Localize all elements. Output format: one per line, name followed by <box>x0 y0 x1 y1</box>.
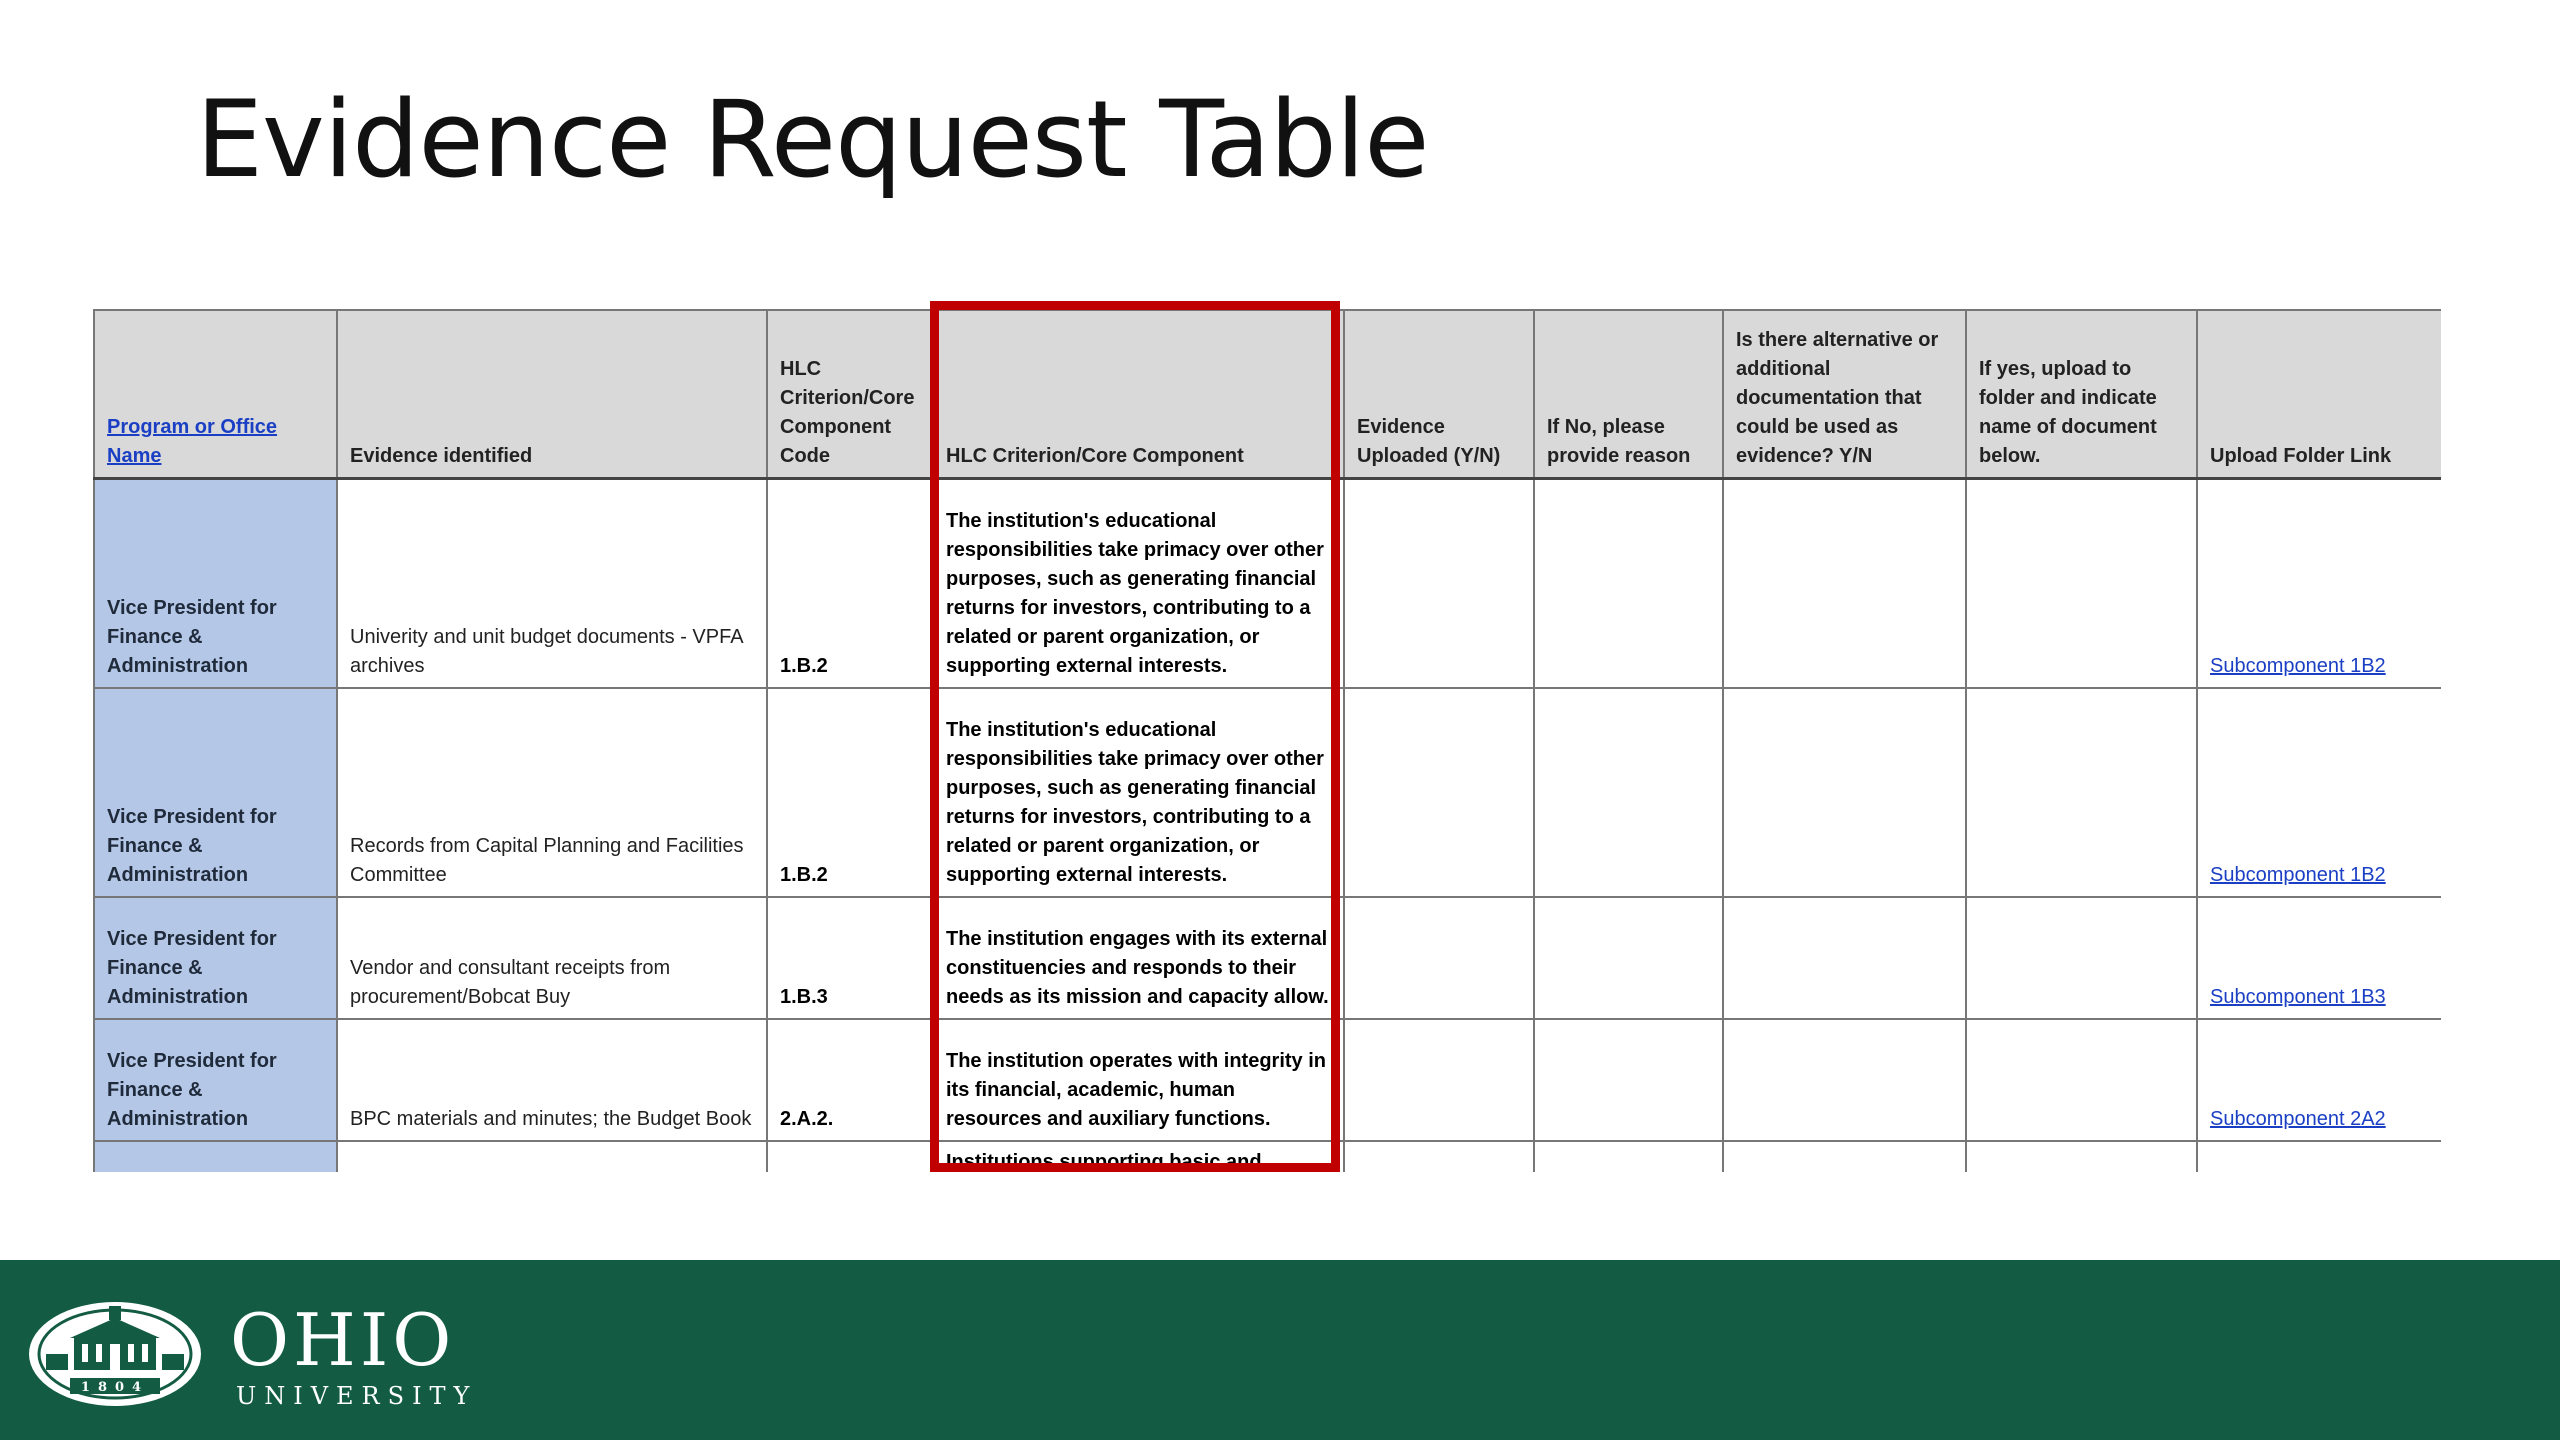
code-cell <box>766 1140 934 1172</box>
folder-link-cell <box>2196 1140 2441 1172</box>
criterion-cell: Institutions supporting basic and <box>932 1140 1345 1172</box>
header-code: HLC Criterion/Core Component Code <box>766 309 934 480</box>
header-folder-link: Upload Folder Link <box>2196 309 2441 480</box>
code-cell: 1.B.2 <box>766 477 934 689</box>
alternative-cell[interactable] <box>1722 687 1967 898</box>
table-row: Vice President for Finance & Administrat… <box>93 477 2441 689</box>
reason-cell[interactable] <box>1533 1018 1724 1142</box>
evidence-cell <box>336 1140 768 1172</box>
slide-title: Evidence Request Table <box>196 78 1429 201</box>
upload-doc-cell[interactable] <box>1965 1018 2198 1142</box>
upload-doc-cell[interactable] <box>1965 477 2198 689</box>
upload-doc-cell[interactable] <box>1965 1140 2198 1172</box>
criterion-cell: The institution's educational responsibi… <box>932 687 1345 898</box>
evidence-cell: Records from Capital Planning and Facili… <box>336 687 768 898</box>
uploaded-cell[interactable] <box>1343 477 1535 689</box>
evidence-table-container: Program or Office Name Evidence identifi… <box>93 309 2441 1172</box>
header-criterion: HLC Criterion/Core Component <box>932 309 1345 480</box>
office-cell: Vice President for Finance & Administrat… <box>93 896 338 1020</box>
uploaded-cell[interactable] <box>1343 1018 1535 1142</box>
criterion-cell: The institution engages with its externa… <box>932 896 1345 1020</box>
folder-link[interactable]: Subcomponent 1B2 <box>2210 864 2386 886</box>
upload-doc-cell[interactable] <box>1965 896 2198 1020</box>
alternative-cell[interactable] <box>1722 1018 1967 1142</box>
code-cell: 2.A.2. <box>766 1018 934 1142</box>
alternative-cell[interactable] <box>1722 1140 1967 1172</box>
header-evidence: Evidence identified <box>336 309 768 480</box>
upload-doc-cell[interactable] <box>1965 687 2198 898</box>
header-upload-doc: If yes, upload to folder and indicate na… <box>1965 309 2198 480</box>
folder-link[interactable]: Subcomponent 2A2 <box>2210 1108 2386 1130</box>
footer-bar: 1804 OHIO UNIVERSITY <box>0 1260 2560 1440</box>
university-seal-icon: 1804 <box>29 1302 201 1406</box>
header-alternative: Is there alternative or additional docum… <box>1722 309 1967 480</box>
table-row-partial: Institutions supporting basic and <box>93 1140 2441 1172</box>
uploaded-cell[interactable] <box>1343 687 1535 898</box>
reason-cell[interactable] <box>1533 687 1724 898</box>
folder-link[interactable]: Subcomponent 1B3 <box>2210 986 2386 1008</box>
code-cell: 1.B.2 <box>766 687 934 898</box>
evidence-cell: Vendor and consultant receipts from proc… <box>336 896 768 1020</box>
folder-link-cell: Subcomponent 1B2 <box>2196 477 2441 689</box>
folder-link-cell: Subcomponent 2A2 <box>2196 1018 2441 1142</box>
criterion-cell: The institution operates with integrity … <box>932 1018 1345 1142</box>
header-office[interactable]: Program or Office Name <box>93 309 338 480</box>
office-cell: Vice President for Finance & Administrat… <box>93 1018 338 1142</box>
table-row: Vice President for Finance & Administrat… <box>93 896 2441 1020</box>
table-header-row: Program or Office Name Evidence identifi… <box>93 309 2441 480</box>
criterion-cell: The institution's educational responsibi… <box>932 477 1345 689</box>
table-row: Vice President for Finance & Administrat… <box>93 687 2441 898</box>
folder-link[interactable]: Subcomponent 1B2 <box>2210 655 2386 677</box>
header-reason: If No, please provide reason <box>1533 309 1724 480</box>
office-cell: Vice President for Finance & Administrat… <box>93 687 338 898</box>
folder-link-cell: Subcomponent 1B3 <box>2196 896 2441 1020</box>
folder-link-cell: Subcomponent 1B2 <box>2196 687 2441 898</box>
code-cell: 1.B.3 <box>766 896 934 1020</box>
alternative-cell[interactable] <box>1722 896 1967 1020</box>
table-row: Vice President for Finance & Administrat… <box>93 1018 2441 1142</box>
logo-subtitle: UNIVERSITY <box>236 1382 478 1410</box>
reason-cell[interactable] <box>1533 477 1724 689</box>
header-uploaded: Evidence Uploaded (Y/N) <box>1343 309 1535 480</box>
evidence-cell: Univerity and unit budget documents - VP… <box>336 477 768 689</box>
evidence-request-table: Program or Office Name Evidence identifi… <box>93 309 2441 1172</box>
evidence-cell: BPC materials and minutes; the Budget Bo… <box>336 1018 768 1142</box>
reason-cell[interactable] <box>1533 1140 1724 1172</box>
seal-year: 1804 <box>81 1380 149 1395</box>
logo-wordmark: OHIO <box>230 1298 456 1382</box>
reason-cell[interactable] <box>1533 896 1724 1020</box>
alternative-cell[interactable] <box>1722 477 1967 689</box>
office-cell: Vice President for Finance & Administrat… <box>93 477 338 689</box>
office-cell <box>93 1140 338 1172</box>
uploaded-cell[interactable] <box>1343 896 1535 1020</box>
uploaded-cell[interactable] <box>1343 1140 1535 1172</box>
